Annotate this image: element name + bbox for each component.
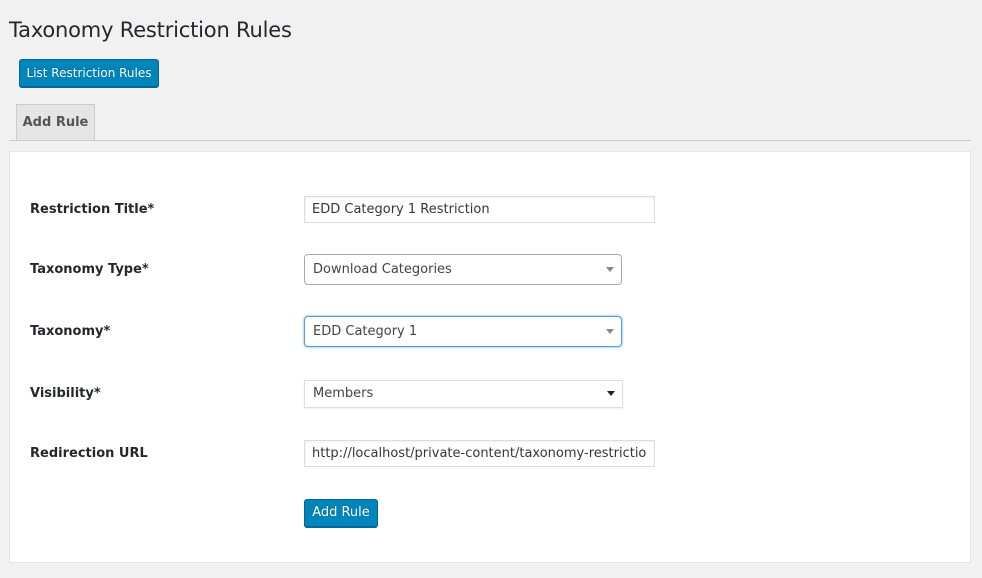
chevron-down-icon [606, 267, 614, 272]
taxonomy-type-selected-value: Download Categories [313, 262, 452, 277]
redirection-url-input[interactable] [304, 440, 655, 467]
taxonomy-select[interactable]: EDD Category 1 [304, 316, 622, 347]
add-rule-button[interactable]: Add Rule [304, 499, 378, 527]
redirection-url-label: Redirection URL [30, 446, 148, 461]
taxonomy-type-label: Taxonomy Type* [30, 262, 149, 277]
restriction-title-label: Restriction Title* [30, 202, 155, 217]
taxonomy-selected-value: EDD Category 1 [313, 324, 418, 339]
page-title: Taxonomy Restriction Rules [9, 18, 292, 42]
taxonomy-label: Taxonomy* [30, 324, 111, 339]
visibility-selected-value: Members [313, 386, 374, 401]
visibility-label: Visibility* [30, 386, 101, 401]
taxonomy-type-select[interactable]: Download Categories [304, 254, 622, 285]
chevron-down-icon [606, 329, 614, 334]
list-restriction-rules-button[interactable]: List Restriction Rules [19, 59, 159, 87]
tab-add-rule[interactable]: Add Rule [16, 104, 95, 140]
chevron-down-icon [607, 391, 615, 396]
visibility-select[interactable]: Members [304, 380, 623, 408]
tab-bar-divider [9, 140, 971, 141]
restriction-title-input[interactable] [304, 196, 655, 223]
